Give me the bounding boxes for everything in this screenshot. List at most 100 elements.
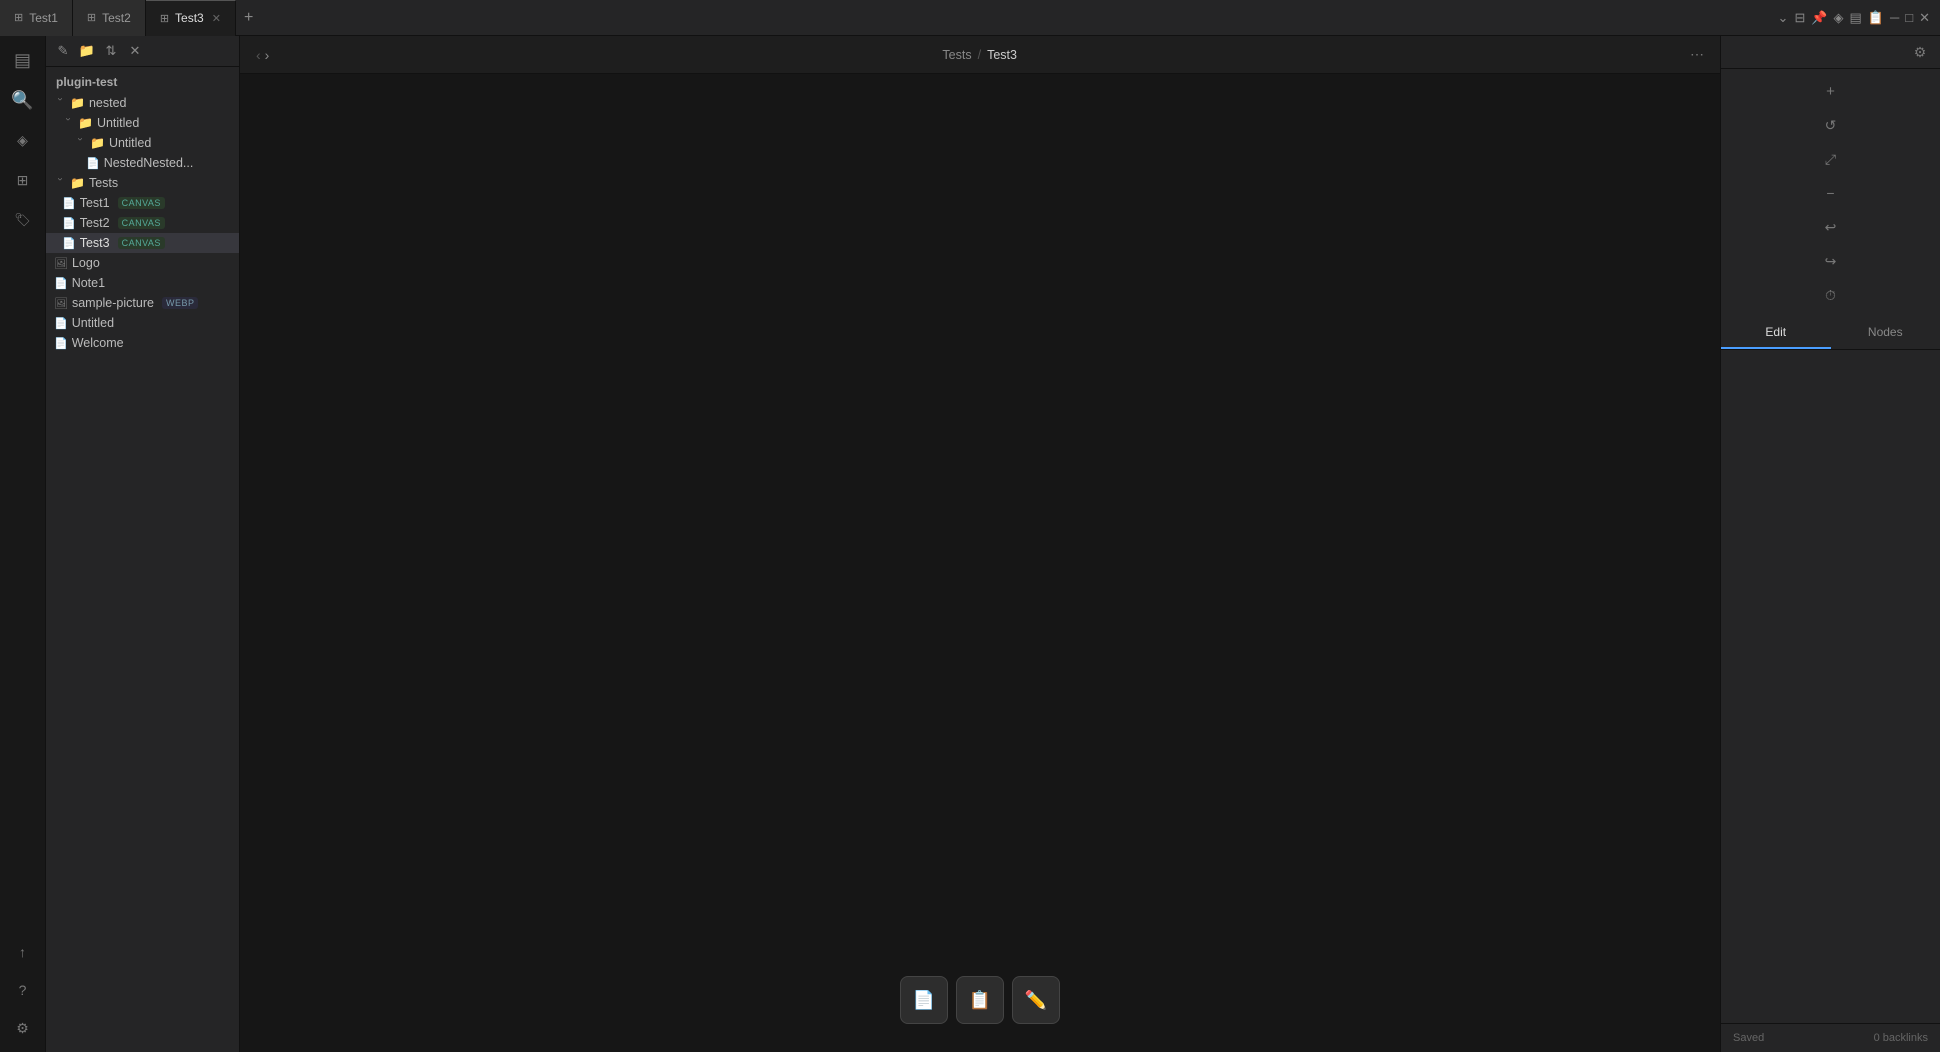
rp-undo-button[interactable]: ↩ bbox=[1815, 211, 1847, 243]
content-more-button[interactable]: ⋯ bbox=[1690, 46, 1704, 63]
tab-bar-actions: ⌄ ⊟ 📌 ◈ ▤ 📋 ─ □ ✕ bbox=[1768, 10, 1940, 26]
new-drawing-icon: ✏️ bbox=[1025, 990, 1047, 1011]
nav-arrows: ‹ › bbox=[256, 47, 269, 63]
new-canvas-icon: 📋 bbox=[969, 990, 991, 1011]
tree-item-note1-label: Note1 bbox=[72, 276, 105, 290]
tree-item-untitled3[interactable]: 📄 Untitled bbox=[46, 313, 239, 333]
rp-expand-button[interactable]: ⤢ bbox=[1815, 143, 1847, 175]
tab-test3-label: Test3 bbox=[175, 11, 204, 25]
rp-clock-button[interactable]: ⏱ bbox=[1815, 279, 1847, 311]
tree-item-nestednested-label: NestedNested... bbox=[104, 156, 194, 170]
sidebar-new-folder-icon[interactable]: 📁 bbox=[76, 40, 98, 62]
breadcrumb-current: Test3 bbox=[987, 48, 1017, 62]
nav-back-icon[interactable]: ‹ bbox=[256, 47, 261, 63]
file-untitled3-icon: 📄 bbox=[54, 317, 68, 330]
file-test2-icon: 📄 bbox=[62, 217, 76, 230]
right-panel-footer: Saved 0 backlinks bbox=[1721, 1023, 1940, 1052]
badge-test1: CANVAS bbox=[118, 197, 165, 209]
activity-tag-icon[interactable]: 🏷 bbox=[5, 202, 41, 238]
tree-item-untitled2[interactable]: › 📁 Untitled bbox=[46, 133, 239, 153]
tree-item-tests[interactable]: › 📁 Tests bbox=[46, 173, 239, 193]
rp-tab-edit[interactable]: Edit bbox=[1721, 317, 1831, 349]
file-welcome-icon: 📄 bbox=[54, 337, 68, 350]
file-nestednested-icon: 📄 bbox=[86, 157, 100, 170]
activity-graph-icon[interactable]: ◈ bbox=[5, 122, 41, 158]
tree-item-logo[interactable]: 🖼 Logo bbox=[46, 253, 239, 273]
tab-bar-new-icon[interactable]: 📋 bbox=[1868, 10, 1884, 26]
tab-bar-restore-icon[interactable]: □ bbox=[1905, 10, 1913, 25]
tree-item-test2-label: Test2 bbox=[80, 216, 110, 230]
tab-bar-minimize-icon[interactable]: ─ bbox=[1890, 10, 1899, 25]
tree-item-nested[interactable]: › 📁 nested bbox=[46, 93, 239, 113]
breadcrumb-parent[interactable]: Tests bbox=[942, 48, 971, 62]
tree-item-test3[interactable]: 📄 Test3 CANVAS bbox=[46, 233, 239, 253]
right-panel-toolbar: ⚙ bbox=[1721, 36, 1940, 69]
tab-bar-layout-icon[interactable]: ▤ bbox=[1850, 10, 1862, 26]
chevron-nested: › bbox=[55, 97, 66, 109]
tree-item-logo-label: Logo bbox=[72, 256, 100, 270]
tree-item-test2[interactable]: 📄 Test2 CANVAS bbox=[46, 213, 239, 233]
nav-forward-icon[interactable]: › bbox=[265, 47, 270, 63]
tree-item-test1[interactable]: 📄 Test1 CANVAS bbox=[46, 193, 239, 213]
file-note1-icon: 📄 bbox=[54, 277, 68, 290]
new-drawing-button[interactable]: ✏️ bbox=[1012, 976, 1060, 1024]
new-note-button[interactable]: 📄 bbox=[900, 976, 948, 1024]
tab-bar: ⊞ Test1 ⊞ Test2 ⊞ Test3 ✕ + ⌄ ⊟ 📌 ◈ ▤ 📋 … bbox=[0, 0, 1940, 36]
tab-test3-close[interactable]: ✕ bbox=[212, 12, 221, 25]
content-area: ‹ › Tests / Test3 ⋯ 📄 📋 bbox=[240, 36, 1720, 1052]
activity-search-icon[interactable]: 🔍 bbox=[5, 82, 41, 118]
rp-collapse-button[interactable]: − bbox=[1815, 177, 1847, 209]
tree-item-note1[interactable]: 📄 Note1 bbox=[46, 273, 239, 293]
tab-test1[interactable]: ⊞ Test1 bbox=[0, 0, 73, 36]
activity-help-icon[interactable]: ? bbox=[5, 972, 41, 1008]
tree-item-untitled1-label: Untitled bbox=[97, 116, 139, 130]
tree-item-test1-label: Test1 bbox=[80, 196, 110, 210]
tab-bar-split-icon[interactable]: ⊟ bbox=[1794, 10, 1805, 26]
tree-item-nestednested[interactable]: 📄 NestedNested... bbox=[46, 153, 239, 173]
tab-bar-close-icon[interactable]: ✕ bbox=[1919, 10, 1930, 26]
rp-redo-button[interactable]: ↪ bbox=[1815, 245, 1847, 277]
rp-add-button[interactable]: + bbox=[1815, 75, 1847, 107]
sidebar-tree: › 📁 nested › 📁 Untitled › 📁 Untitled bbox=[46, 93, 239, 1052]
tab-test2-icon: ⊞ bbox=[87, 11, 96, 24]
rp-tab-nodes[interactable]: Nodes bbox=[1831, 317, 1940, 349]
canvas-area[interactable]: 📄 📋 ✏️ bbox=[240, 74, 1720, 1052]
badge-test3: CANVAS bbox=[118, 237, 165, 249]
folder-tests-icon: 📁 bbox=[70, 176, 85, 190]
activity-sidebar-icon[interactable]: ▤ bbox=[5, 42, 41, 78]
saved-status: Saved bbox=[1733, 1032, 1764, 1044]
new-note-icon: 📄 bbox=[913, 990, 935, 1011]
sidebar-close-icon[interactable]: ✕ bbox=[124, 40, 146, 62]
tree-item-welcome[interactable]: 📄 Welcome bbox=[46, 333, 239, 353]
backlinks-count: 0 backlinks bbox=[1874, 1032, 1928, 1044]
tab-test3-icon: ⊞ bbox=[160, 12, 169, 25]
activity-publish-icon[interactable]: ↑ bbox=[5, 934, 41, 970]
add-tab-button[interactable]: + bbox=[236, 9, 261, 27]
right-panel-tabs: Edit Nodes bbox=[1721, 317, 1940, 350]
sidebar: ✎ 📁 ⇅ ✕ plugin-test › 📁 nested › 📁 bbox=[46, 36, 240, 1052]
new-canvas-button[interactable]: 📋 bbox=[956, 976, 1004, 1024]
tab-bar-bookmark-icon[interactable]: ◈ bbox=[1834, 10, 1844, 26]
chevron-untitled1: › bbox=[63, 117, 74, 129]
tab-list: ⊞ Test1 ⊞ Test2 ⊞ Test3 ✕ + bbox=[0, 0, 1768, 36]
sidebar-new-note-icon[interactable]: ✎ bbox=[52, 40, 74, 62]
right-panel-content bbox=[1721, 350, 1940, 1023]
tree-item-untitled1[interactable]: › 📁 Untitled bbox=[46, 113, 239, 133]
breadcrumb-sep: / bbox=[978, 48, 981, 62]
file-test1-icon: 📄 bbox=[62, 197, 76, 210]
chevron-tests: › bbox=[55, 177, 66, 189]
rp-refresh-button[interactable]: ↺ bbox=[1815, 109, 1847, 141]
main-layout: ▤ 🔍 ◈ ⊞ 🏷 ↑ ? ⚙ ✎ 📁 ⇅ ✕ plugin-test bbox=[0, 36, 1940, 1052]
tab-test2[interactable]: ⊞ Test2 bbox=[73, 0, 146, 36]
activity-settings-icon[interactable]: ⚙ bbox=[5, 1010, 41, 1046]
tab-test3[interactable]: ⊞ Test3 ✕ bbox=[146, 0, 236, 36]
rp-gear-icon[interactable]: ⚙ bbox=[1908, 40, 1932, 64]
tree-item-sample-picture[interactable]: 🖼 sample-picture WEBP bbox=[46, 293, 239, 313]
tree-item-tests-label: Tests bbox=[89, 176, 118, 190]
tab-test1-icon: ⊞ bbox=[14, 11, 23, 24]
activity-canvas-icon[interactable]: ⊞ bbox=[5, 162, 41, 198]
workspace-label: plugin-test bbox=[46, 67, 239, 93]
tab-bar-pin-icon[interactable]: 📌 bbox=[1811, 10, 1827, 26]
sidebar-sort-icon[interactable]: ⇅ bbox=[100, 40, 122, 62]
tab-bar-dropdown-icon[interactable]: ⌄ bbox=[1778, 10, 1789, 26]
